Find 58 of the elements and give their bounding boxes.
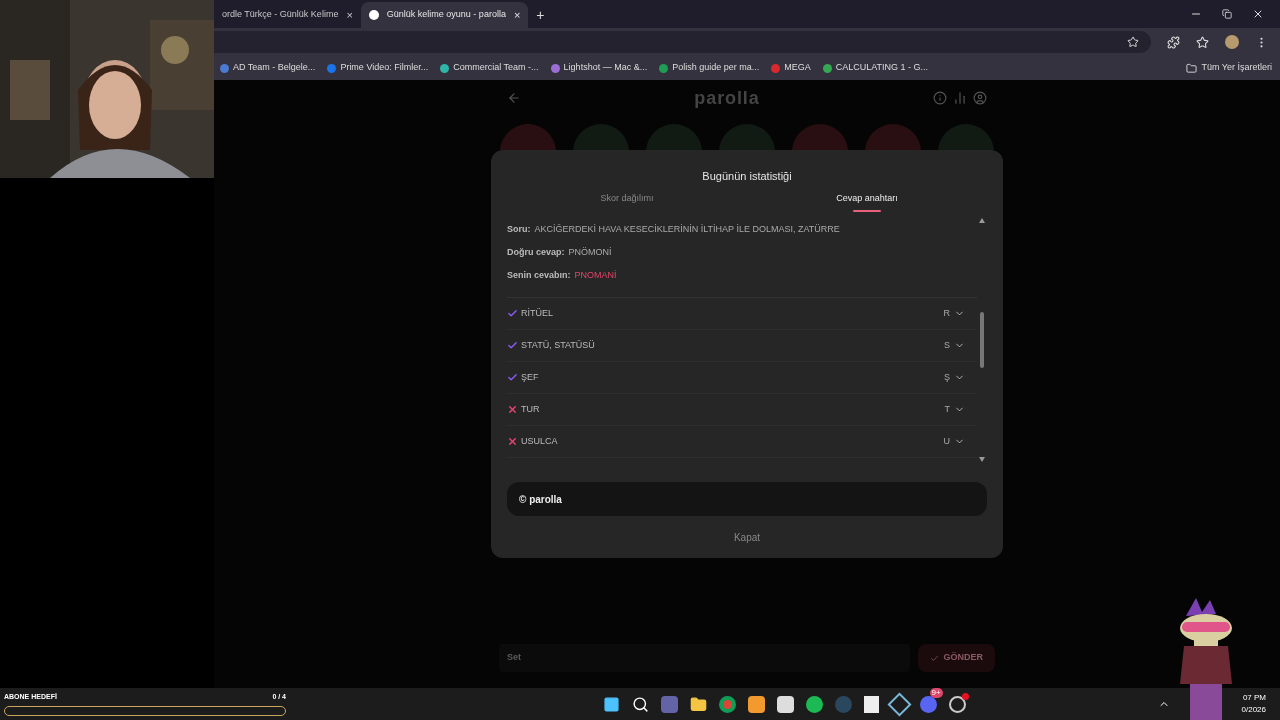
check-icon: [507, 372, 518, 383]
clock-time: 07 PM: [1242, 692, 1266, 704]
profile-avatar[interactable]: [1225, 35, 1239, 49]
app-icon[interactable]: [863, 695, 879, 713]
bookmark[interactable]: Polish guide per ma...: [653, 61, 766, 75]
tab-title: Günlük kelime oyunu - parolla: [386, 8, 506, 22]
page-icon: [368, 10, 379, 20]
answer-row[interactable]: TUR T: [507, 394, 977, 426]
close-icon[interactable]: [1252, 8, 1264, 20]
app-icon[interactable]: [776, 695, 794, 713]
scroll-up-icon[interactable]: [979, 218, 985, 223]
info-icon[interactable]: [933, 91, 947, 105]
browser-tab[interactable]: Günlük kelime oyunu - parolla ×: [360, 2, 529, 28]
answer-detail: Soru: AKCİĞERDEKİ HAVA KESECİKLERİNİN İLTİHAP İLE DOLMASI, ZATÜRRE: [507, 222, 841, 236]
all-bookmarks-button[interactable]: Tüm Yer İşaretleri: [1186, 61, 1272, 75]
close-icon[interactable]: ×: [346, 6, 353, 24]
cross-icon: [507, 436, 518, 447]
answer-row[interactable]: STATÜ, STATÜSÜ S: [507, 330, 977, 362]
check-icon: [930, 653, 940, 663]
cross-icon: [507, 404, 518, 415]
scrollbar[interactable]: [977, 218, 987, 462]
file-explorer-icon[interactable]: [689, 695, 707, 713]
browser-tab[interactable]: ordle Türkçe - Günlük Kelime ×: [214, 2, 361, 28]
tab-title: ordle Türkçe - Günlük Kelime: [222, 8, 339, 22]
check-icon: [507, 308, 518, 319]
search-icon[interactable]: [631, 695, 649, 713]
bookmark[interactable]: Lightshot — Mac &...: [544, 61, 654, 75]
answer-row[interactable]: USULCA U: [507, 426, 977, 458]
folder-icon: [1186, 62, 1198, 74]
bookmark[interactable]: Prime Video: Filmler...: [321, 61, 435, 75]
bookmark[interactable]: MEGA: [765, 61, 817, 75]
scroll-down-icon[interactable]: [979, 457, 985, 462]
answer-detail: Senin cevabın: PNOMANİ: [507, 268, 618, 282]
bookmark[interactable]: AD Team - Belgele...: [214, 61, 322, 75]
bookmark[interactable]: Commercial Team -...: [434, 61, 545, 75]
restore-icon[interactable]: [1222, 9, 1232, 19]
bookmarks-icon[interactable]: [1196, 35, 1209, 49]
modal-title: Bugünün istatistiği: [701, 169, 793, 184]
answer-row[interactable]: RİTÜEL R: [507, 298, 977, 330]
bookmark[interactable]: CALCULATING 1 - G...: [816, 61, 935, 75]
answer-row[interactable]: ŞEF Ş: [507, 362, 977, 394]
profile-icon[interactable]: [973, 91, 987, 105]
new-tab-button[interactable]: +: [528, 2, 553, 28]
clock-date: 0/2026: [1241, 704, 1266, 716]
modal-tab[interactable]: Skor dağılımı: [507, 190, 747, 218]
modal-tab[interactable]: Cevap anahtarı: [747, 190, 987, 218]
check-icon: [507, 340, 518, 351]
app-icon[interactable]: [747, 695, 765, 713]
close-icon[interactable]: ×: [513, 6, 521, 24]
back-icon[interactable]: [507, 91, 521, 105]
app-logo: parolla: [693, 86, 761, 110]
extensions-icon[interactable]: [1167, 35, 1180, 49]
notification-badge: 9+: [929, 687, 943, 698]
close-button[interactable]: Kapat: [733, 530, 761, 545]
copyright-text: © parolla: [519, 492, 562, 507]
star-icon[interactable]: [1127, 36, 1139, 48]
app-icon[interactable]: [887, 692, 911, 716]
answer-detail: Doğru cevap: PNÖMONİ: [507, 245, 613, 259]
